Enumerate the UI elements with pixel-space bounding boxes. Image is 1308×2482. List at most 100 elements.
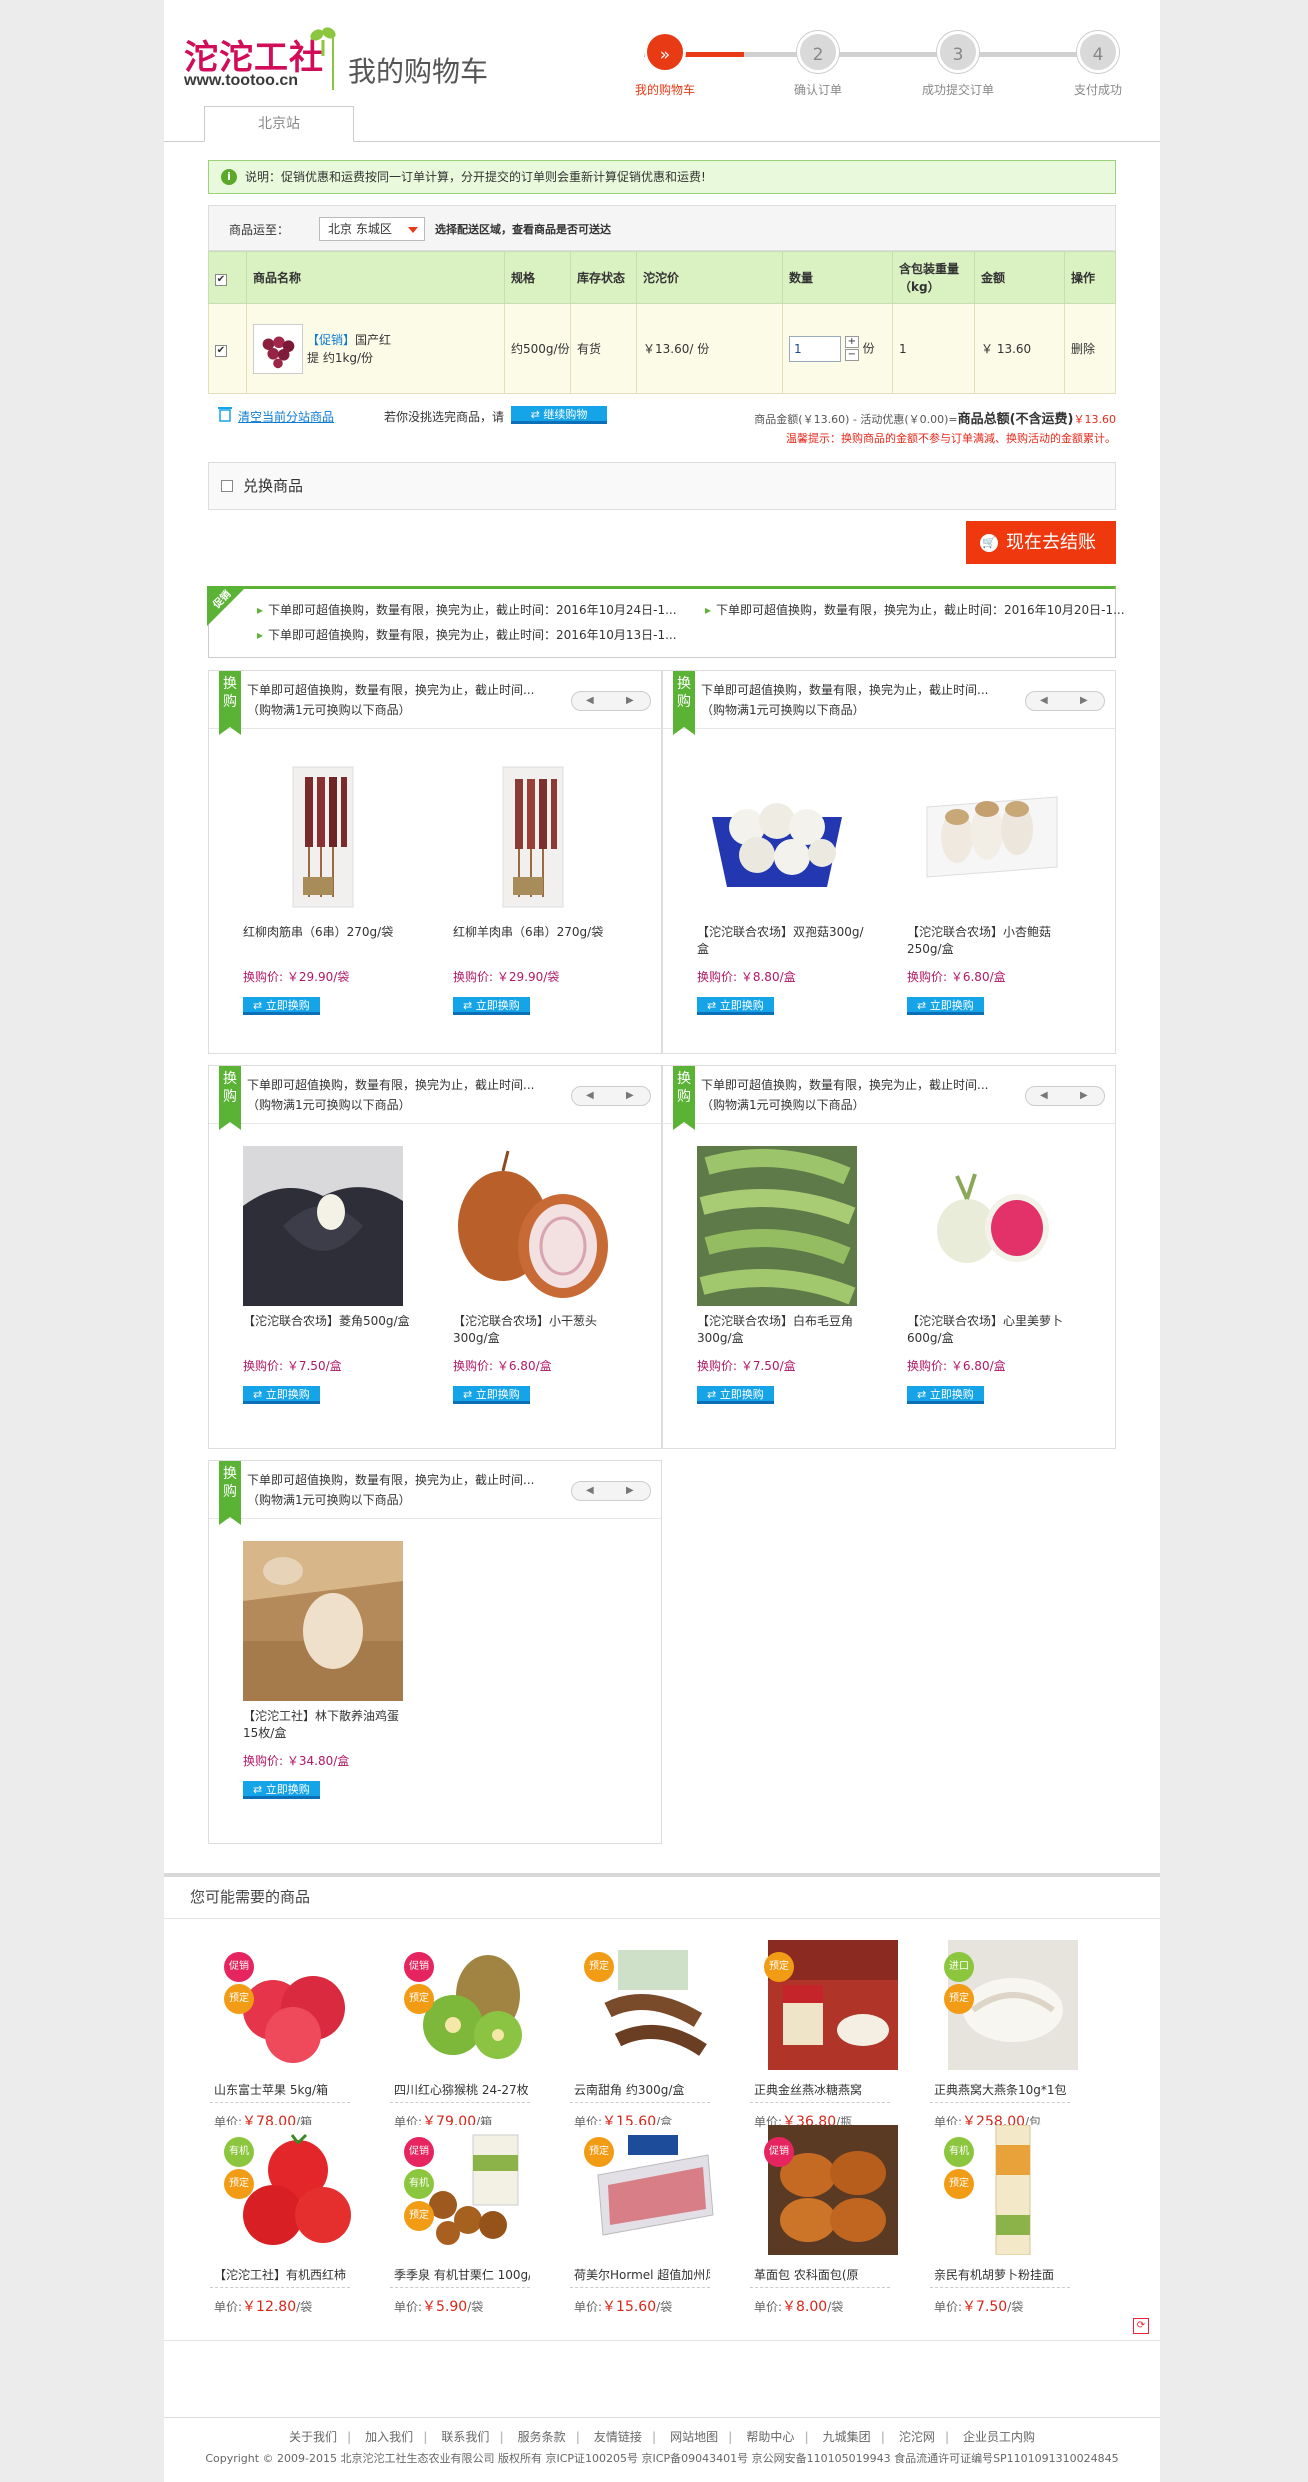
- tip-item[interactable]: 下单即可超值换购，数量有限，换完为止，截止时间：2016年10月24日-1...: [257, 601, 677, 618]
- next-arrow-icon[interactable]: ▶: [626, 1090, 634, 1101]
- clear-cart-link[interactable]: 清空当前分站商品: [238, 408, 334, 425]
- prev-arrow-icon[interactable]: ◀: [1040, 695, 1048, 706]
- recommend-item-name[interactable]: 亲民有机胡萝卜粉挂面: [930, 2266, 1070, 2288]
- notice-text: 说明：促销优惠和运费按同一订单计算，分开提交的订单则会重新计算促销优惠和运费!: [245, 170, 706, 184]
- recommend-item-price: ￥7.50: [962, 2299, 1008, 2315]
- footer-link[interactable]: 网站地图: [670, 2430, 718, 2444]
- region-value: 北京 东城区: [328, 222, 392, 236]
- bean-image[interactable]: [697, 1146, 857, 1306]
- exchange-item-price: 换购价: ￥6.80/盒: [907, 970, 1006, 984]
- tip-item[interactable]: 下单即可超值换购，数量有限，换完为止，截止时间：2016年10月13日-1...: [257, 626, 677, 643]
- exchange-item-name[interactable]: 【沱沱联合农场】小杏鲍菇250g/盒: [907, 924, 1077, 960]
- tab-station[interactable]: 北京站: [204, 106, 354, 142]
- prev-arrow-icon[interactable]: ◀: [586, 1090, 594, 1101]
- footer-link[interactable]: 沱沱网: [899, 2430, 935, 2444]
- recommend-item-name[interactable]: 革面包 农科面包(原: [750, 2266, 890, 2288]
- page-title: 我的购物车: [348, 56, 489, 87]
- radish-image[interactable]: [907, 1146, 1067, 1306]
- checkout-button[interactable]: 🛒 现在去结账: [966, 521, 1116, 564]
- exchange-panel: 换购 下单即可超值换购，数量有限，换完为止，截止时间... （购物满1元可换购以…: [662, 670, 1116, 1054]
- refresh-icon[interactable]: ⟳: [1133, 2318, 1149, 2334]
- promo-badge: 促销: [404, 1952, 434, 1982]
- exchange-now-button[interactable]: ⇄ 立即换购: [243, 997, 320, 1015]
- exchange-now-button[interactable]: ⇄ 立即换购: [453, 997, 530, 1015]
- recommend-item-name[interactable]: 正典燕窝大燕条10g*1包: [930, 2081, 1070, 2103]
- exchange-now-button[interactable]: ⇄ 立即换购: [243, 1781, 320, 1799]
- select-all-checkbox[interactable]: ✔: [215, 273, 227, 286]
- footer-link[interactable]: 联系我们: [441, 2430, 489, 2444]
- footer-link[interactable]: 帮助中心: [746, 2430, 794, 2444]
- cart-icon: ⇄: [530, 408, 544, 421]
- exchange-now-button[interactable]: ⇄ 立即换购: [907, 997, 984, 1015]
- exchange-now-button[interactable]: ⇄ 立即换购: [697, 997, 774, 1015]
- panel-subtitle: （购物满1元可换购以下商品）: [247, 703, 411, 717]
- recommend-item-name[interactable]: 云南甜角 约300g/盒: [570, 2081, 710, 2103]
- shopping-cart-icon: 🛒: [980, 534, 998, 552]
- prev-arrow-icon[interactable]: ◀: [1040, 1090, 1048, 1101]
- egg-image[interactable]: [243, 1541, 403, 1701]
- tip-item[interactable]: 下单即可超值换购，数量有限，换完为止，截止时间：2016年10月20日-1...: [705, 601, 1125, 618]
- recommend-item-name[interactable]: 季季泉 有机甘栗仁 100g/: [390, 2266, 530, 2288]
- region-select[interactable]: 北京 东城区: [319, 217, 425, 241]
- next-arrow-icon[interactable]: ▶: [1080, 1090, 1088, 1101]
- cart-footer: 清空当前分站商品 若你没挑选完商品，请 ⇄ 继续购物 商品金额(￥13.60) …: [208, 400, 1116, 470]
- panel-title: 下单即可超值换购，数量有限，换完为止，截止时间...: [247, 1078, 535, 1092]
- shipping-bar: 商品运至： 北京 东城区 选择配送区域，查看商品是否可送达: [208, 205, 1116, 251]
- promo-badge: 促销: [224, 1952, 254, 1982]
- exchange-now-button[interactable]: ⇄ 立即换购: [453, 1386, 530, 1404]
- presale-badge: 预定: [944, 1984, 974, 2014]
- row-checkbox[interactable]: ✔: [215, 344, 227, 357]
- exchange-now-button[interactable]: ⇄ 立即换购: [243, 1386, 320, 1404]
- recommend-item-price: ￥8.00: [782, 2299, 828, 2315]
- exchange-item-name[interactable]: 【沱沱联合农场】双孢菇300g/盒: [697, 924, 867, 960]
- exchange-item-name[interactable]: 【沱沱联合农场】小干葱头300g/盒: [453, 1313, 623, 1349]
- exchange-item-name[interactable]: 【沱沱联合农场】菱角500g/盒: [243, 1313, 413, 1349]
- recommend-item-name[interactable]: 山东富士苹果 5kg/箱: [210, 2081, 350, 2103]
- qty-minus-button[interactable]: −: [844, 348, 859, 361]
- next-arrow-icon[interactable]: ▶: [1080, 695, 1088, 706]
- mushroom-image[interactable]: [697, 757, 857, 917]
- prev-arrow-icon[interactable]: ◀: [586, 695, 594, 706]
- recommend-item-name[interactable]: 四川红心猕猴桃 24-27枚: [390, 2081, 530, 2103]
- delete-link[interactable]: 删除: [1064, 303, 1116, 394]
- exchange-now-button[interactable]: ⇄ 立即换购: [697, 1386, 774, 1404]
- qty-plus-button[interactable]: +: [844, 335, 859, 348]
- continue-shopping-button[interactable]: ⇄ 继续购物: [511, 406, 607, 424]
- total-value: ￥13.60: [1073, 413, 1117, 426]
- quantity-input[interactable]: 1: [789, 335, 841, 362]
- grape-thumbnail[interactable]: [253, 323, 303, 374]
- recommend-item-name[interactable]: 【沱沱工社】有机西红柿: [210, 2266, 350, 2288]
- footer-link[interactable]: 加入我们: [365, 2430, 413, 2444]
- footer-link[interactable]: 服务条款: [518, 2430, 566, 2444]
- exchange-item-name[interactable]: 红柳肉筋串（6串）270g/袋: [243, 924, 413, 960]
- col-amount: 金额: [974, 251, 1065, 304]
- prev-arrow-icon[interactable]: ◀: [586, 1485, 594, 1496]
- next-arrow-icon[interactable]: ▶: [626, 695, 634, 706]
- recommend-item-name[interactable]: 正典金丝燕冰糖燕窝: [750, 2081, 890, 2103]
- exchange-item-name[interactable]: 红柳羊肉串（6串）270g/袋: [453, 924, 623, 960]
- exchange-flag: 换购: [673, 671, 695, 735]
- footer-link[interactable]: 九城集团: [823, 2430, 871, 2444]
- exchange-item-price: 换购价: ￥29.90/袋: [243, 970, 350, 984]
- footer-link[interactable]: 企业员工内购: [963, 2430, 1035, 2444]
- summary-text: 商品金额(￥13.60) - 活动优惠(￥0.00)=: [754, 413, 958, 426]
- footer-link[interactable]: 关于我们: [289, 2430, 337, 2444]
- next-arrow-icon[interactable]: ▶: [626, 1485, 634, 1496]
- exchange-now-button[interactable]: ⇄ 立即换购: [907, 1386, 984, 1404]
- water-caltrop-image[interactable]: [243, 1146, 403, 1306]
- footer-link[interactable]: 友情链接: [594, 2430, 642, 2444]
- exchange-checkbox[interactable]: [221, 480, 233, 492]
- exchange-section[interactable]: 兑换商品: [208, 462, 1116, 510]
- recommend-item: 预定 荷美尔Hormel 超值加州风 单价:￥15.60/袋: [570, 2125, 720, 2316]
- recommend-item: 有机 预定 亲民有机胡萝卜粉挂面 单价:￥7.50/袋: [930, 2124, 1080, 2316]
- skewer-image[interactable]: [243, 757, 403, 917]
- exchange-item-name[interactable]: 【沱沱联合农场】白布毛豆角300g/盒: [697, 1313, 867, 1349]
- mushroom-image[interactable]: [907, 757, 1067, 917]
- table-header-row: ✔ 商品名称 规格 库存状态 沱沱价 数量 含包装重量（kg） 金额 操作: [208, 251, 1116, 304]
- exchange-item-name[interactable]: 【沱沱联合农场】心里美萝卜600g/盒: [907, 1313, 1077, 1349]
- shallot-image[interactable]: [453, 1146, 613, 1306]
- recommend-item-name[interactable]: 荷美尔Hormel 超值加州风: [570, 2266, 710, 2288]
- skewer-image[interactable]: [453, 757, 613, 917]
- continue-text: 若你没挑选完商品，请: [384, 410, 505, 424]
- exchange-item-name[interactable]: 【沱沱工社】林下散养油鸡蛋15枚/盒: [243, 1708, 413, 1744]
